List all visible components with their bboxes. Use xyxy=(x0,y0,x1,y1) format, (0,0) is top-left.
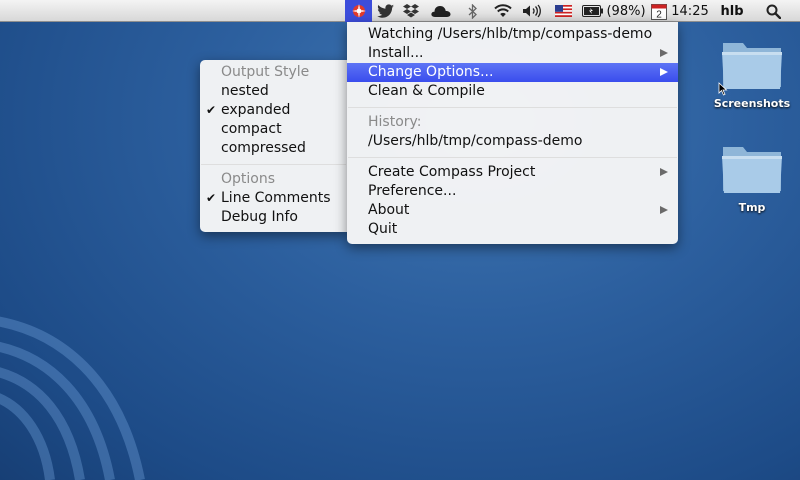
compass-app-menu: Watching /Users/hlb/tmp/compass-demo Ins… xyxy=(347,22,678,244)
menu-item-label: Install... xyxy=(368,45,424,61)
menu-item-label: expanded xyxy=(221,102,291,118)
menu-item-label: Create Compass Project xyxy=(368,164,536,180)
clock[interactable]: 14:25 xyxy=(670,0,710,22)
user-menu[interactable]: hlb xyxy=(716,0,748,22)
desktop-folder-screenshots[interactable]: Screenshots xyxy=(712,35,792,110)
spotlight-search-icon[interactable] xyxy=(758,0,788,22)
checkmark-icon: ✔ xyxy=(206,103,217,117)
menu-item-label: nested xyxy=(221,83,269,99)
menu-separator xyxy=(348,157,677,158)
menu-item-create-project[interactable]: Create Compass Project xyxy=(347,163,678,182)
menu-separator xyxy=(348,107,677,108)
menu-item-nested[interactable]: nested xyxy=(200,82,347,101)
menu-item-watching[interactable]: Watching /Users/hlb/tmp/compass-demo xyxy=(347,25,678,44)
menu-item-about[interactable]: About xyxy=(347,201,678,220)
cloud-icon[interactable] xyxy=(428,0,454,22)
wifi-icon[interactable] xyxy=(490,0,516,22)
menu-item-compact[interactable]: compact xyxy=(200,120,347,139)
menu-item-label: Watching /Users/hlb/tmp/compass-demo xyxy=(368,26,653,42)
submenu-arrow-icon xyxy=(660,68,668,76)
change-options-submenu: Output Style nested ✔ expanded compact co… xyxy=(200,60,347,232)
menu-item-label: Preference... xyxy=(368,183,457,199)
menu-item-label: About xyxy=(368,202,410,218)
desktop-folder-label: Tmp xyxy=(738,201,766,214)
history-header: History: xyxy=(368,114,422,130)
menu-item-label: compressed xyxy=(221,140,306,156)
menu-item-label: Line Comments xyxy=(221,190,331,206)
calendar-icon[interactable]: 2 xyxy=(648,0,670,22)
battery-icon[interactable] xyxy=(580,0,606,22)
menu-bar: (98%) 2 14:25 hlb xyxy=(0,0,800,22)
menu-item-quit[interactable]: Quit xyxy=(347,220,678,239)
flag-icon[interactable] xyxy=(552,0,574,22)
desktop-folder-tmp[interactable]: Tmp xyxy=(712,139,792,214)
checkmark-icon: ✔ xyxy=(206,191,217,205)
menu-item-clean-compile[interactable]: Clean & Compile xyxy=(347,82,678,101)
compass-app-icon[interactable] xyxy=(345,0,372,22)
menu-item-preference[interactable]: Preference... xyxy=(347,182,678,201)
menu-item-history[interactable]: /Users/hlb/tmp/compass-demo xyxy=(347,132,678,151)
submenu-arrow-icon xyxy=(660,168,668,176)
menu-item-line-comments[interactable]: ✔ Line Comments xyxy=(200,189,347,208)
menu-item-expanded[interactable]: ✔ expanded xyxy=(200,101,347,120)
svg-text:2: 2 xyxy=(656,9,662,20)
menu-item-label: Clean & Compile xyxy=(368,83,485,99)
menu-item-compressed[interactable]: compressed xyxy=(200,139,347,158)
menu-item-label: Debug Info xyxy=(221,209,298,225)
menu-item-change-options[interactable]: Change Options... xyxy=(347,63,678,82)
alias-arrow-icon xyxy=(718,82,728,96)
battery-percent: (98%) xyxy=(606,3,646,19)
menu-item-label: Quit xyxy=(368,221,398,237)
options-header: Options xyxy=(221,171,276,187)
menu-item-label: compact xyxy=(221,121,282,137)
folder-icon xyxy=(722,147,782,193)
bluetooth-icon[interactable] xyxy=(464,0,482,22)
menu-item-label: Change Options... xyxy=(368,64,494,80)
submenu-arrow-icon xyxy=(660,49,668,57)
submenu-arrow-icon xyxy=(660,206,668,214)
dropbox-icon[interactable] xyxy=(400,0,422,22)
twitter-icon[interactable] xyxy=(375,0,397,22)
menu-separator xyxy=(201,164,346,165)
menu-item-label: /Users/hlb/tmp/compass-demo xyxy=(368,133,583,149)
desktop-folder-label: Screenshots xyxy=(713,97,791,110)
output-style-header: Output Style xyxy=(221,64,310,80)
menu-item-debug-info[interactable]: Debug Info xyxy=(200,208,347,227)
menu-item-install[interactable]: Install... xyxy=(347,44,678,63)
volume-icon[interactable] xyxy=(520,0,544,22)
